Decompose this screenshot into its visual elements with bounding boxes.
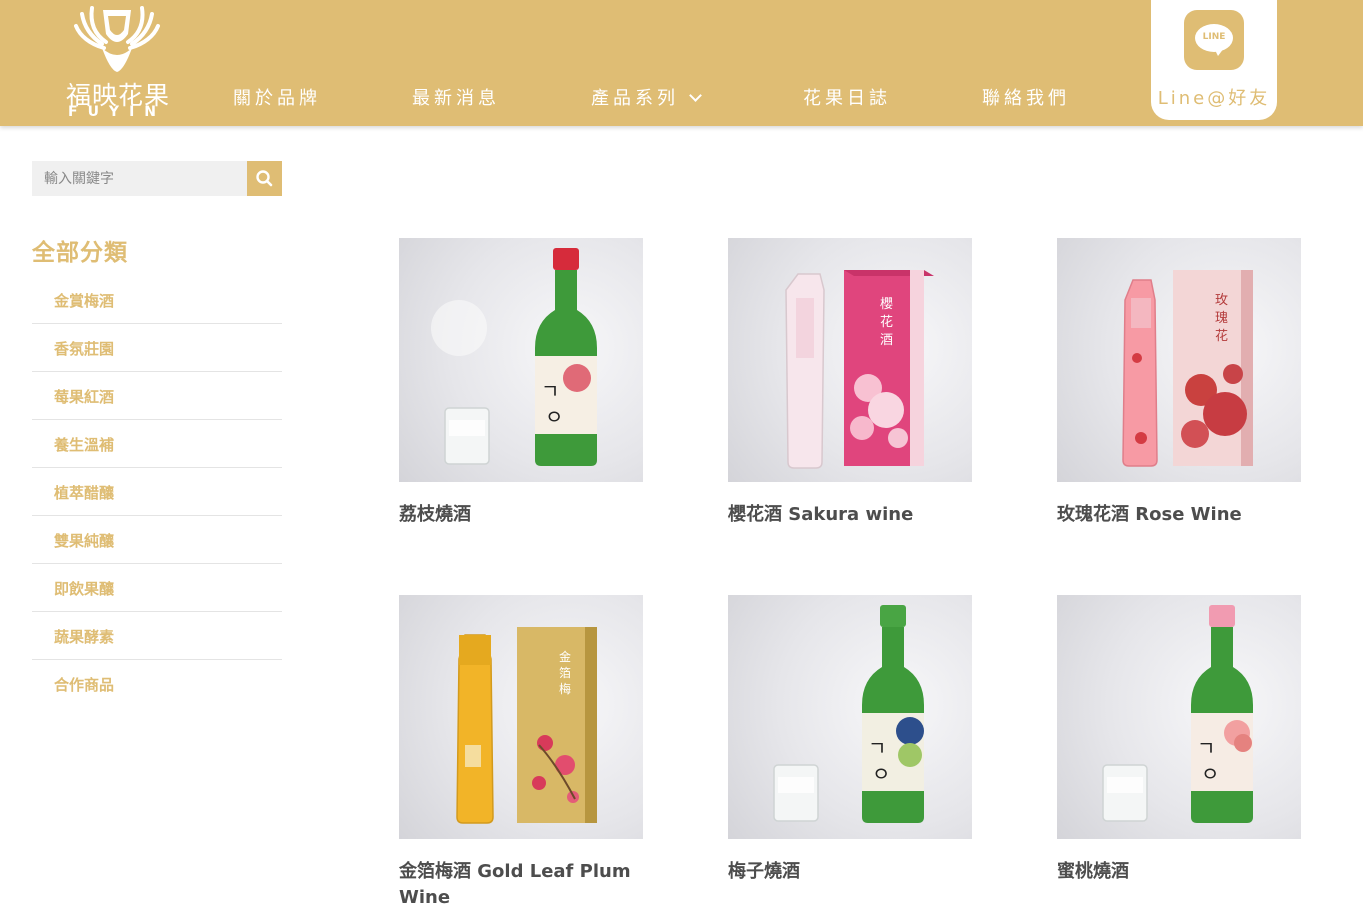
brand-logo[interactable]: 福映花果 FUYIN bbox=[62, 4, 172, 122]
product-title[interactable]: 梅子燒酒 bbox=[728, 859, 973, 885]
nav-news[interactable]: 最新消息 bbox=[412, 84, 500, 110]
svg-text:ㅇ: ㅇ bbox=[1201, 762, 1219, 786]
category-item[interactable]: 合作商品 bbox=[32, 660, 282, 708]
product-title[interactable]: 櫻花酒 Sakura wine bbox=[728, 502, 973, 528]
line-bubble-tail bbox=[1214, 48, 1224, 56]
category-label: 植萃醋釀 bbox=[54, 484, 115, 502]
product-title[interactable]: 金箔梅酒 Gold Leaf Plum Wine bbox=[399, 859, 644, 911]
soju-bottle-image: ㄱ ㅇ bbox=[431, 248, 597, 466]
product-title[interactable]: 蜜桃燒酒 bbox=[1057, 859, 1302, 885]
category-item[interactable]: 莓果紅酒 bbox=[32, 372, 282, 420]
product-image[interactable]: ㄱ ㅇ bbox=[1057, 595, 1301, 839]
line-label: Line@好友 bbox=[1157, 88, 1271, 109]
svg-text:箔: 箔 bbox=[559, 665, 571, 680]
search-icon bbox=[256, 170, 273, 187]
nav-products[interactable]: 產品系列 bbox=[591, 84, 702, 110]
plum-soju-image: ㄱ ㅇ bbox=[773, 605, 924, 823]
svg-text:酒: 酒 bbox=[880, 333, 893, 348]
svg-text:花: 花 bbox=[880, 314, 893, 330]
rose-wine-image: 玫 瑰 花 bbox=[1122, 270, 1253, 467]
line-icon-text: LINE bbox=[1202, 32, 1226, 42]
svg-text:櫻: 櫻 bbox=[880, 297, 893, 312]
product-image[interactable]: 玫 瑰 花 bbox=[1057, 238, 1301, 482]
product-card: 玫 瑰 花 玫瑰花酒 Rose Wine bbox=[1057, 238, 1302, 525]
chevron-down-icon bbox=[689, 89, 702, 102]
category-label: 蔬果酵素 bbox=[54, 628, 115, 646]
category-item[interactable]: 蔬果酵素 bbox=[32, 612, 282, 660]
logo-text-en: FUYIN bbox=[68, 104, 166, 120]
product-card: 櫻 花 酒 櫻花酒 Sakura wine bbox=[728, 238, 973, 525]
svg-text:瑰: 瑰 bbox=[1215, 310, 1228, 326]
category-label: 莓果紅酒 bbox=[54, 388, 115, 406]
category-label: 養生溫補 bbox=[54, 436, 115, 454]
gold-plum-wine-image: 金 箔 梅 bbox=[456, 627, 597, 824]
svg-text:梅: 梅 bbox=[559, 681, 571, 696]
svg-text:ㄱ: ㄱ bbox=[1197, 736, 1215, 760]
sidebar-title: 全部分類 bbox=[32, 240, 128, 266]
antler-icon bbox=[74, 6, 160, 72]
category-label: 雙果純釀 bbox=[54, 532, 115, 550]
nav-journal[interactable]: 花果日誌 bbox=[803, 84, 891, 110]
search-input[interactable] bbox=[32, 161, 247, 196]
category-item[interactable]: 香氛莊園 bbox=[32, 324, 282, 372]
category-label: 即飲果釀 bbox=[54, 580, 115, 598]
nav-about[interactable]: 關於品牌 bbox=[233, 84, 321, 110]
category-item[interactable]: 養生溫補 bbox=[32, 420, 282, 468]
svg-text:ㅇ: ㅇ bbox=[545, 405, 563, 429]
svg-text:金: 金 bbox=[559, 649, 571, 664]
nav-contact[interactable]: 聯絡我們 bbox=[982, 84, 1070, 110]
svg-text:ㄱ: ㄱ bbox=[541, 379, 559, 403]
peach-soju-image: ㄱ ㅇ bbox=[1102, 605, 1253, 823]
category-label: 金賞梅酒 bbox=[54, 292, 115, 310]
svg-text:花: 花 bbox=[1215, 328, 1228, 344]
line-icon: LINE bbox=[1184, 10, 1244, 70]
category-item[interactable]: 雙果純釀 bbox=[32, 516, 282, 564]
svg-text:玫: 玫 bbox=[1215, 293, 1228, 308]
category-label: 香氛莊園 bbox=[54, 340, 115, 358]
product-title[interactable]: 玫瑰花酒 Rose Wine bbox=[1057, 502, 1302, 528]
product-card: ㄱ ㅇ 蜜桃燒酒 bbox=[1057, 595, 1302, 882]
category-label: 合作商品 bbox=[54, 676, 115, 694]
svg-text:ㄱ: ㄱ bbox=[868, 736, 886, 760]
product-title[interactable]: 荔枝燒酒 bbox=[399, 502, 644, 528]
product-image[interactable]: ㄱ ㅇ bbox=[399, 238, 643, 482]
category-list: 金賞梅酒 香氛莊園 莓果紅酒 養生溫補 植萃醋釀 雙果純釀 即飲果釀 蔬果酵素 … bbox=[32, 276, 282, 708]
product-card: ㄱ ㅇ 荔枝燒酒 bbox=[399, 238, 644, 525]
nav-products-label: 產品系列 bbox=[591, 88, 679, 109]
category-item[interactable]: 金賞梅酒 bbox=[32, 276, 282, 324]
line-friend-button[interactable]: LINE Line@好友 bbox=[1151, 0, 1277, 120]
product-image[interactable]: 金 箔 梅 bbox=[399, 595, 643, 839]
product-card: 金 箔 梅 金箔梅酒 Gold Leaf Plum Wine bbox=[399, 595, 644, 908]
sakura-wine-image: 櫻 花 酒 bbox=[785, 270, 934, 469]
category-item[interactable]: 即飲果釀 bbox=[32, 564, 282, 612]
search-button[interactable] bbox=[247, 161, 282, 196]
product-card: ㄱ ㅇ 梅子燒酒 bbox=[728, 595, 973, 882]
category-item[interactable]: 植萃醋釀 bbox=[32, 468, 282, 516]
product-image[interactable]: 櫻 花 酒 bbox=[728, 238, 972, 482]
svg-text:ㅇ: ㅇ bbox=[872, 762, 890, 786]
site-header: 福映花果 FUYIN 關於品牌 最新消息 產品系列 花果日誌 聯絡我們 LINE… bbox=[0, 0, 1363, 126]
product-image[interactable]: ㄱ ㅇ bbox=[728, 595, 972, 839]
